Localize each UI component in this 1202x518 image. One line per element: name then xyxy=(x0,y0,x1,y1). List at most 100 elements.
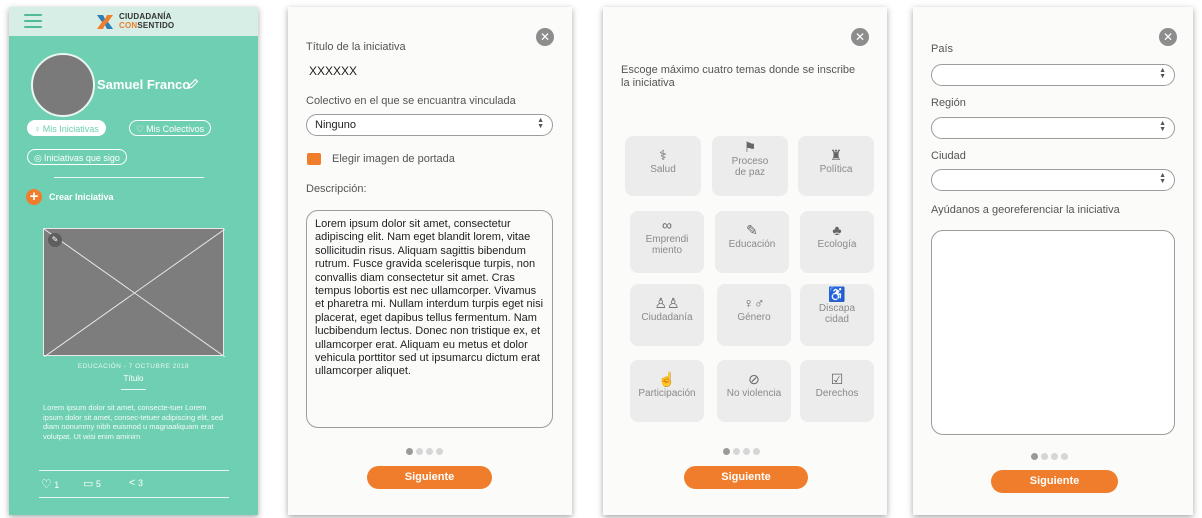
step-dot xyxy=(1041,453,1048,460)
divider xyxy=(54,177,204,178)
iniciativas-que-sigo-button[interactable]: ◎ Iniciativas que sigo xyxy=(27,149,127,165)
image-icon[interactable] xyxy=(307,153,321,165)
siguiente-button[interactable]: Siguiente xyxy=(367,466,492,489)
group-podium-icon: ♜ xyxy=(829,147,843,163)
close-icon[interactable]: ✕ xyxy=(536,28,554,46)
person-raised-hand-icon: ☝ xyxy=(658,371,676,387)
topic-genero[interactable]: ♀♂ Género xyxy=(717,284,791,346)
user-name: Samuel Franco xyxy=(97,77,191,92)
colectivo-select[interactable]: Ninguno ▲ ▼ xyxy=(306,114,553,136)
mis-colectivos-button[interactable]: ♡ Mis Colectivos xyxy=(129,120,212,136)
couple-icon: ♀♂ xyxy=(743,295,765,311)
step-dot xyxy=(1061,453,1068,460)
card-title: Título xyxy=(123,374,144,383)
eye-icon: ◎ xyxy=(34,153,42,163)
add-icon[interactable]: + xyxy=(26,189,42,205)
step-indicator xyxy=(723,448,760,455)
select-arrows-icon: ▲ ▼ xyxy=(1159,120,1166,133)
pais-label: País xyxy=(931,43,954,55)
step-dot xyxy=(733,448,740,455)
share-icon: < xyxy=(129,477,136,489)
georeferencia-map-area[interactable] xyxy=(931,230,1175,435)
avatar[interactable] xyxy=(31,53,95,117)
wheelchair-icon: ♿ xyxy=(828,286,846,302)
teacher-icon: ✎ xyxy=(746,222,758,238)
titulo-input[interactable]: XXXXXX xyxy=(309,64,357,78)
titulo-label: Título de la iniciativa xyxy=(306,41,406,53)
edit-image-icon[interactable]: ✎ xyxy=(48,233,62,247)
initiative-form-screen: ✕ Título de la iniciativa XXXXXX Colecti… xyxy=(288,7,572,515)
topic-derechos[interactable]: ☑ Derechos xyxy=(800,360,874,422)
close-icon[interactable]: ✕ xyxy=(1159,28,1177,46)
topic-educacion[interactable]: ✎ Educación xyxy=(715,211,789,273)
heart-plus-icon: ♡ xyxy=(41,477,52,491)
step-dot-active xyxy=(406,448,413,455)
people-icon: ♙♙ xyxy=(654,295,680,311)
select-arrows-icon: ▲ ▼ xyxy=(1159,172,1166,185)
comment-icon: ▭ xyxy=(83,478,94,490)
share-stat[interactable]: < 3 xyxy=(129,477,143,489)
divider xyxy=(39,497,229,498)
region-label: Región xyxy=(931,97,966,109)
divider xyxy=(39,470,229,471)
step-dot xyxy=(753,448,760,455)
topic-no-violencia[interactable]: ⊘ No violencia xyxy=(717,360,791,422)
step-dot xyxy=(436,448,443,455)
topic-salud[interactable]: ⚕ Salud xyxy=(625,136,701,196)
colectivo-label: Colectivo en el que se encuantra vincula… xyxy=(306,95,516,107)
select-arrows-icon: ▲ ▼ xyxy=(537,117,544,130)
comment-stat[interactable]: ▭ 5 xyxy=(83,477,101,490)
ciudad-label: Ciudad xyxy=(931,150,966,162)
location-screen: ✕ País ▲ ▼ Región ▲ ▼ Ciudad ▲ ▼ Ayúdanos a… xyxy=(913,7,1193,515)
crear-iniciativa-link[interactable]: Crear Iniciativa xyxy=(49,192,114,202)
descripcion-label: Descripción: xyxy=(306,183,367,195)
step-dot xyxy=(416,448,423,455)
profile-screen: CIUDADANÍA CONSENTIDO Samuel Franco ♀ Mis… xyxy=(9,7,258,515)
step-dot-active xyxy=(723,448,730,455)
step-dot-active xyxy=(1031,453,1038,460)
select-arrows-icon: ▲ ▼ xyxy=(1159,67,1166,80)
topics-screen: ✕ Escoge máximo cuatro temas donde se in… xyxy=(603,7,887,515)
pais-select[interactable]: ▲ ▼ xyxy=(931,64,1175,86)
tree-icon: ♣ xyxy=(832,222,842,238)
siguiente-button[interactable]: Siguiente xyxy=(684,466,808,489)
logo-icon xyxy=(97,15,113,29)
location-pin-icon: ♀ xyxy=(34,124,41,134)
step-indicator xyxy=(406,448,443,455)
logo-text-line1: CIUDADANÍA xyxy=(119,12,172,21)
logo-text-line2: CONSENTIDO xyxy=(119,21,175,30)
topic-proceso-de-paz[interactable]: ⚑ Proceso de paz xyxy=(712,136,788,196)
heart-outline-icon: ♡ xyxy=(136,124,145,134)
topic-politica[interactable]: ♜ Política xyxy=(798,136,874,196)
flag-person-icon: ⚑ xyxy=(743,139,757,155)
initiative-image-placeholder: ✎ xyxy=(43,228,225,357)
image-placeholder-cross xyxy=(44,229,225,357)
elegir-imagen-link[interactable]: Elegir imagen de portada xyxy=(332,153,455,165)
ciudad-select[interactable]: ▲ ▼ xyxy=(931,169,1175,191)
step-dot xyxy=(743,448,750,455)
menu-icon[interactable] xyxy=(24,14,42,28)
descripcion-textarea[interactable]: Lorem ipsum dolor sit amet, consectetur … xyxy=(306,210,553,428)
region-select[interactable]: ▲ ▼ xyxy=(931,117,1175,139)
doctor-icon: ⚕ xyxy=(659,147,667,163)
topic-discapacidad[interactable]: ♿ Discapa cidad xyxy=(800,284,874,346)
topic-ciudadania[interactable]: ♙♙ Ciudadanía xyxy=(630,284,704,346)
title-underline xyxy=(121,389,146,390)
handshake-icon: ∞ xyxy=(662,217,672,233)
card-description: Lorem ipsum dolor sit amet, consecte-tue… xyxy=(43,403,224,441)
topic-participacion[interactable]: ☝ Participación xyxy=(630,360,704,422)
topics-prompt: Escoge máximo cuatro temas donde se insc… xyxy=(621,64,856,89)
top-bar: CIUDADANÍA CONSENTIDO xyxy=(9,7,258,36)
close-icon[interactable]: ✕ xyxy=(851,28,869,46)
mis-iniciativas-button[interactable]: ♀ Mis Iniciativas xyxy=(27,120,106,136)
siguiente-button[interactable]: Siguiente xyxy=(991,470,1118,493)
like-stat[interactable]: ♡ 1 xyxy=(41,477,59,491)
no-fist-icon: ⊘ xyxy=(748,371,760,387)
edit-pencil-icon[interactable] xyxy=(187,78,199,90)
topic-emprendimiento[interactable]: ∞ Emprendi miento xyxy=(630,211,704,273)
step-dot xyxy=(426,448,433,455)
georeferencia-label: Ayúdanos a georeferenciar la iniciativa xyxy=(931,204,1120,216)
topic-ecologia[interactable]: ♣ Ecología xyxy=(800,211,874,273)
card-category-date: EDUCACIÓN - 7 OCTUBRE 2018 xyxy=(77,363,190,370)
step-indicator xyxy=(1031,453,1068,460)
